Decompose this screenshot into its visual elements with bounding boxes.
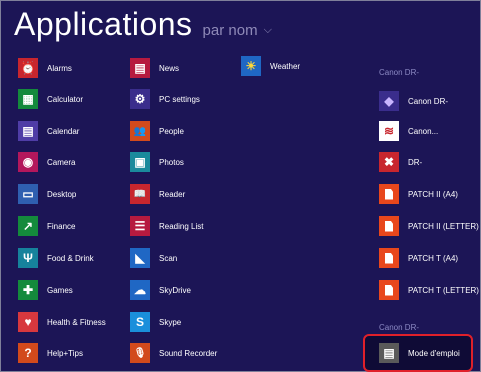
food-drink-icon: Ψ — [18, 248, 38, 268]
document-icon — [379, 184, 399, 204]
document-icon — [379, 280, 399, 300]
app-tile-label: Desktop — [47, 189, 77, 199]
manual-icon: ▤ — [379, 343, 399, 363]
app-tile-reading-list[interactable]: ☰ Reading List — [130, 215, 203, 237]
app-tile-label: News — [159, 63, 180, 73]
app-tile-label: Finance — [47, 221, 76, 231]
app-tile-label: DR- — [408, 157, 423, 167]
app-tile-label: Canon... — [408, 126, 439, 136]
scan-icon: ◣ — [130, 248, 150, 268]
app-tile-health-fitness[interactable]: ♥ Health & Fitness — [18, 311, 106, 333]
app-tile-label: Games — [47, 285, 73, 295]
group-header: Canon DR- — [379, 68, 420, 77]
games-icon: ✚ — [18, 280, 38, 300]
app-tile-label: Calendar — [47, 126, 80, 136]
app-tile-label: Weather — [270, 61, 301, 71]
app-tile-label: PATCH II (A4) — [408, 189, 458, 199]
photos-icon: ▣ — [130, 152, 150, 172]
app-tile-desktop[interactable]: ▭ Desktop — [18, 183, 76, 205]
app-tile-pc-settings[interactable]: ⚙ PC settings — [130, 88, 200, 110]
app-tile-sound-recorder[interactable]: 🎙 Sound Recorder — [130, 342, 217, 364]
app-tile-label: Food & Drink — [47, 253, 94, 263]
app-tile-camera[interactable]: ◉ Camera — [18, 151, 75, 173]
canon-capture-icon: ≋ — [379, 121, 399, 141]
desktop-icon: ▭ — [18, 184, 38, 204]
document-icon — [379, 216, 399, 236]
app-tile-games[interactable]: ✚ Games — [18, 279, 73, 301]
people-icon: 👥 — [130, 121, 150, 141]
app-tile-patch-t-a4[interactable]: PATCH T (A4) — [379, 247, 458, 269]
app-tile-label: Sound Recorder — [159, 348, 218, 358]
app-tile-news[interactable]: ▤ News — [130, 57, 179, 79]
app-tile-alarms[interactable]: ⏰ Alarms — [18, 57, 72, 79]
sun-icon: ☀ — [241, 56, 261, 76]
app-tile-food-drink[interactable]: Ψ Food & Drink — [18, 247, 94, 269]
app-tile-scan[interactable]: ◣ Scan — [130, 247, 177, 269]
app-tile-label: PC settings — [159, 94, 200, 104]
app-tile-people[interactable]: 👥 People — [130, 120, 184, 142]
alarms-icon: ⏰ — [18, 58, 38, 78]
canon-dr-icon: ◆ — [379, 91, 399, 111]
group-header: Canon DR- — [379, 323, 420, 332]
app-tile-patch-ii-a4[interactable]: PATCH II (A4) — [379, 183, 458, 205]
app-tile-label: Camera — [47, 157, 76, 167]
app-tile-label: Health & Fitness — [47, 317, 106, 327]
dr-tool-icon: ✖ — [379, 152, 399, 172]
reading-list-icon: ☰ — [130, 216, 150, 236]
sort-label: par nom — [202, 22, 258, 39]
sort-dropdown[interactable]: par nom ⌵ — [203, 22, 272, 39]
gear-icon: ⚙ — [130, 89, 150, 109]
app-tile-label: Reading List — [159, 221, 204, 231]
help-icon: ? — [18, 343, 38, 363]
app-tile-skydrive[interactable]: ☁ SkyDrive — [130, 279, 191, 301]
health-icon: ♥ — [18, 312, 38, 332]
app-tile-label: PATCH T (LETTER) — [408, 285, 479, 295]
app-tile-label: Skype — [159, 317, 182, 327]
reader-icon: 📖 — [130, 184, 150, 204]
app-tile-label: SkyDrive — [159, 285, 192, 295]
microphone-icon: 🎙 — [130, 343, 150, 363]
camera-icon: ◉ — [18, 152, 38, 172]
app-tile-label: People — [159, 126, 184, 136]
app-tile-calculator[interactable]: ▦ Calculator — [18, 88, 83, 110]
app-tile-dr[interactable]: ✖ DR- — [379, 151, 422, 173]
app-tile-canon-dr[interactable]: ◆ Canon DR- — [379, 90, 448, 112]
app-tile-weather[interactable]: ☀ Weather — [241, 55, 300, 77]
app-tile-reader[interactable]: 📖 Reader — [130, 183, 185, 205]
app-tile-patch-ii-letter[interactable]: PATCH II (LETTER) — [379, 215, 479, 237]
app-tile-label: Photos — [159, 157, 184, 167]
app-tile-help-tips[interactable]: ? Help+Tips — [18, 342, 83, 364]
app-tile-finance[interactable]: ↗ Finance — [18, 215, 75, 237]
calculator-icon: ▦ — [18, 89, 38, 109]
app-tile-skype[interactable]: S Skype — [130, 311, 181, 333]
app-tile-photos[interactable]: ▣ Photos — [130, 151, 184, 173]
app-tile-mode-d-emploi[interactable]: ▤ Mode d'emploi — [379, 342, 460, 364]
news-icon: ▤ — [130, 58, 150, 78]
app-tile-label: Help+Tips — [47, 348, 83, 358]
app-tile-label: PATCH T (A4) — [408, 253, 459, 263]
app-tile-canon[interactable]: ≋ Canon... — [379, 120, 438, 142]
skype-icon: S — [130, 312, 150, 332]
app-tile-label: Calculator — [47, 94, 84, 104]
document-icon — [379, 248, 399, 268]
app-tile-label: Canon DR- — [408, 96, 449, 106]
cloud-icon: ☁ — [130, 280, 150, 300]
app-tile-label: Scan — [159, 253, 178, 263]
app-tile-label: PATCH II (LETTER) — [408, 221, 479, 231]
app-tile-label: Alarms — [47, 63, 72, 73]
app-tile-calendar[interactable]: ▤ Calendar — [18, 120, 79, 142]
calendar-icon: ▤ — [18, 121, 38, 141]
app-tile-patch-t-letter[interactable]: PATCH T (LETTER) — [379, 279, 479, 301]
chevron-down-icon: ⌵ — [263, 24, 272, 36]
page-title: Applications — [14, 6, 193, 42]
app-tile-label: Mode d'emploi — [408, 348, 460, 358]
finance-icon: ↗ — [18, 216, 38, 236]
app-tile-label: Reader — [159, 189, 186, 199]
apps-header: Applications par nom ⌵ — [14, 6, 272, 43]
